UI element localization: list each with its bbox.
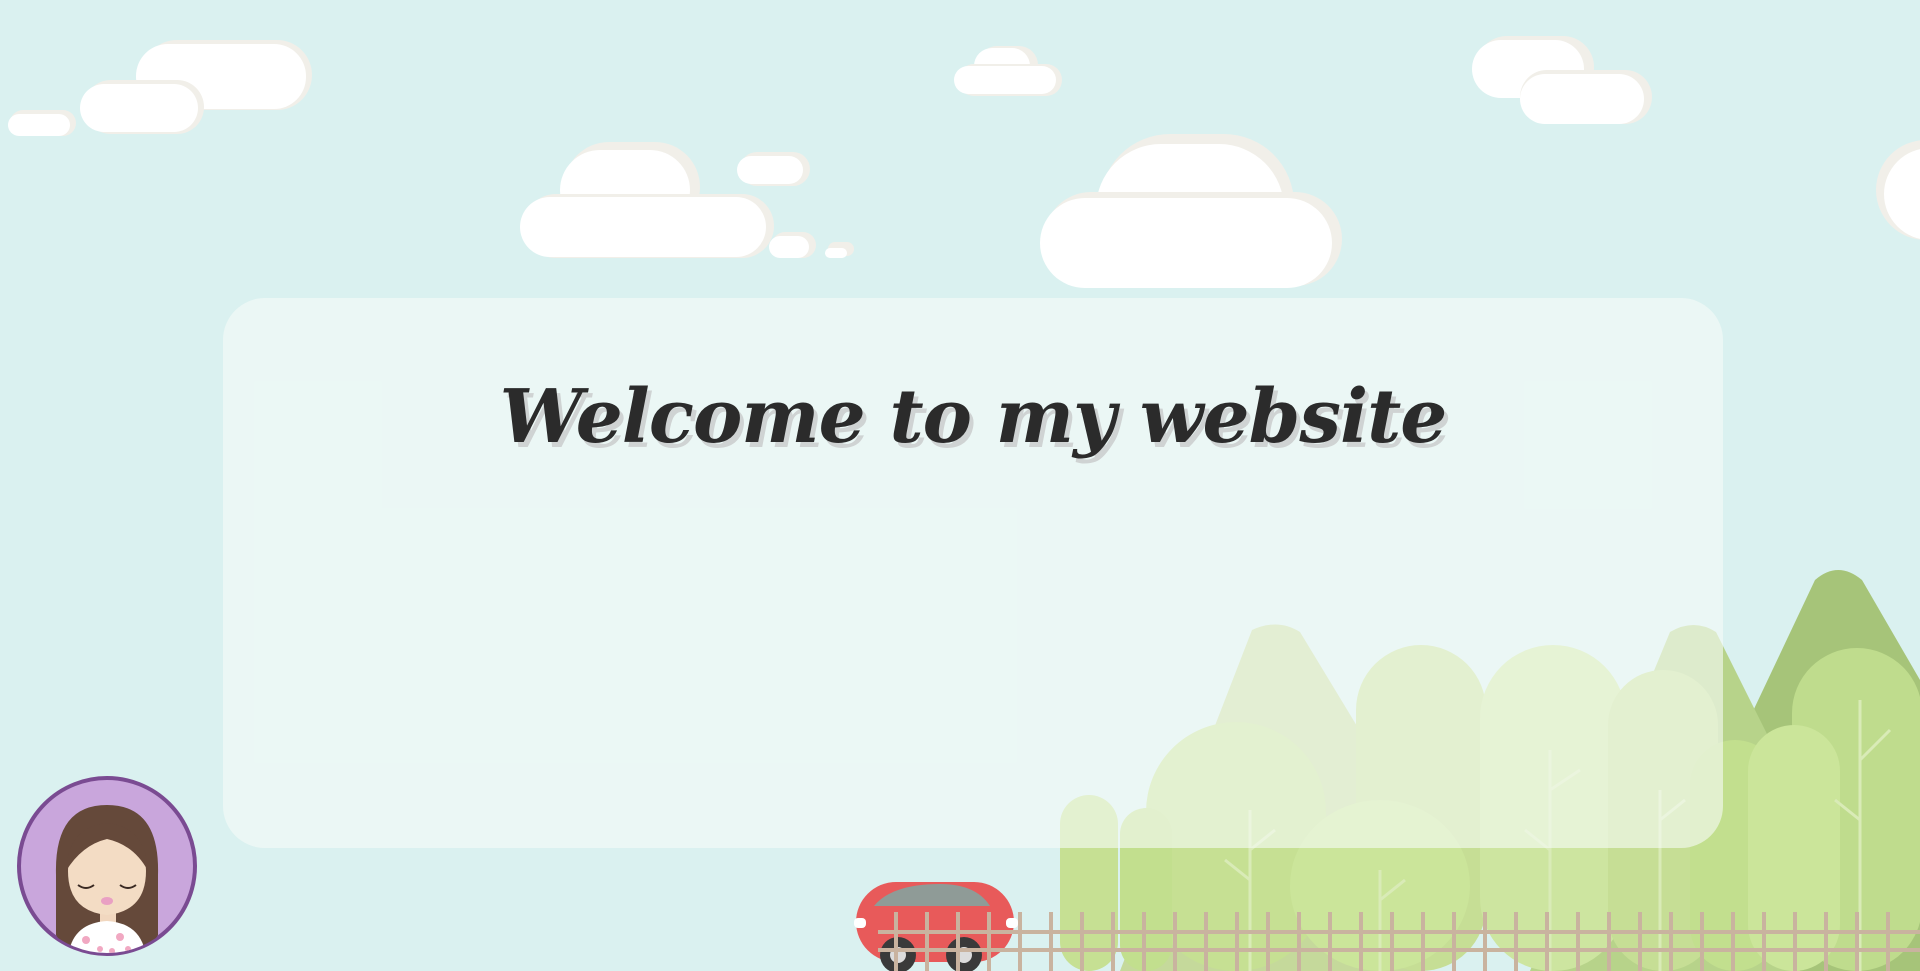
- page-title: Welcome to my website: [499, 374, 1448, 460]
- cloud: [1040, 134, 1342, 288]
- cloud: [954, 46, 1062, 96]
- clouds: [8, 36, 1920, 288]
- cloud: [1876, 140, 1920, 240]
- cloud: [1472, 36, 1652, 124]
- cloud: [8, 40, 312, 136]
- cloud: [520, 142, 854, 258]
- welcome-panel: Welcome to my website: [223, 298, 1723, 848]
- red-car-icon: [854, 882, 1018, 971]
- girl-avatar-icon[interactable]: [16, 775, 198, 957]
